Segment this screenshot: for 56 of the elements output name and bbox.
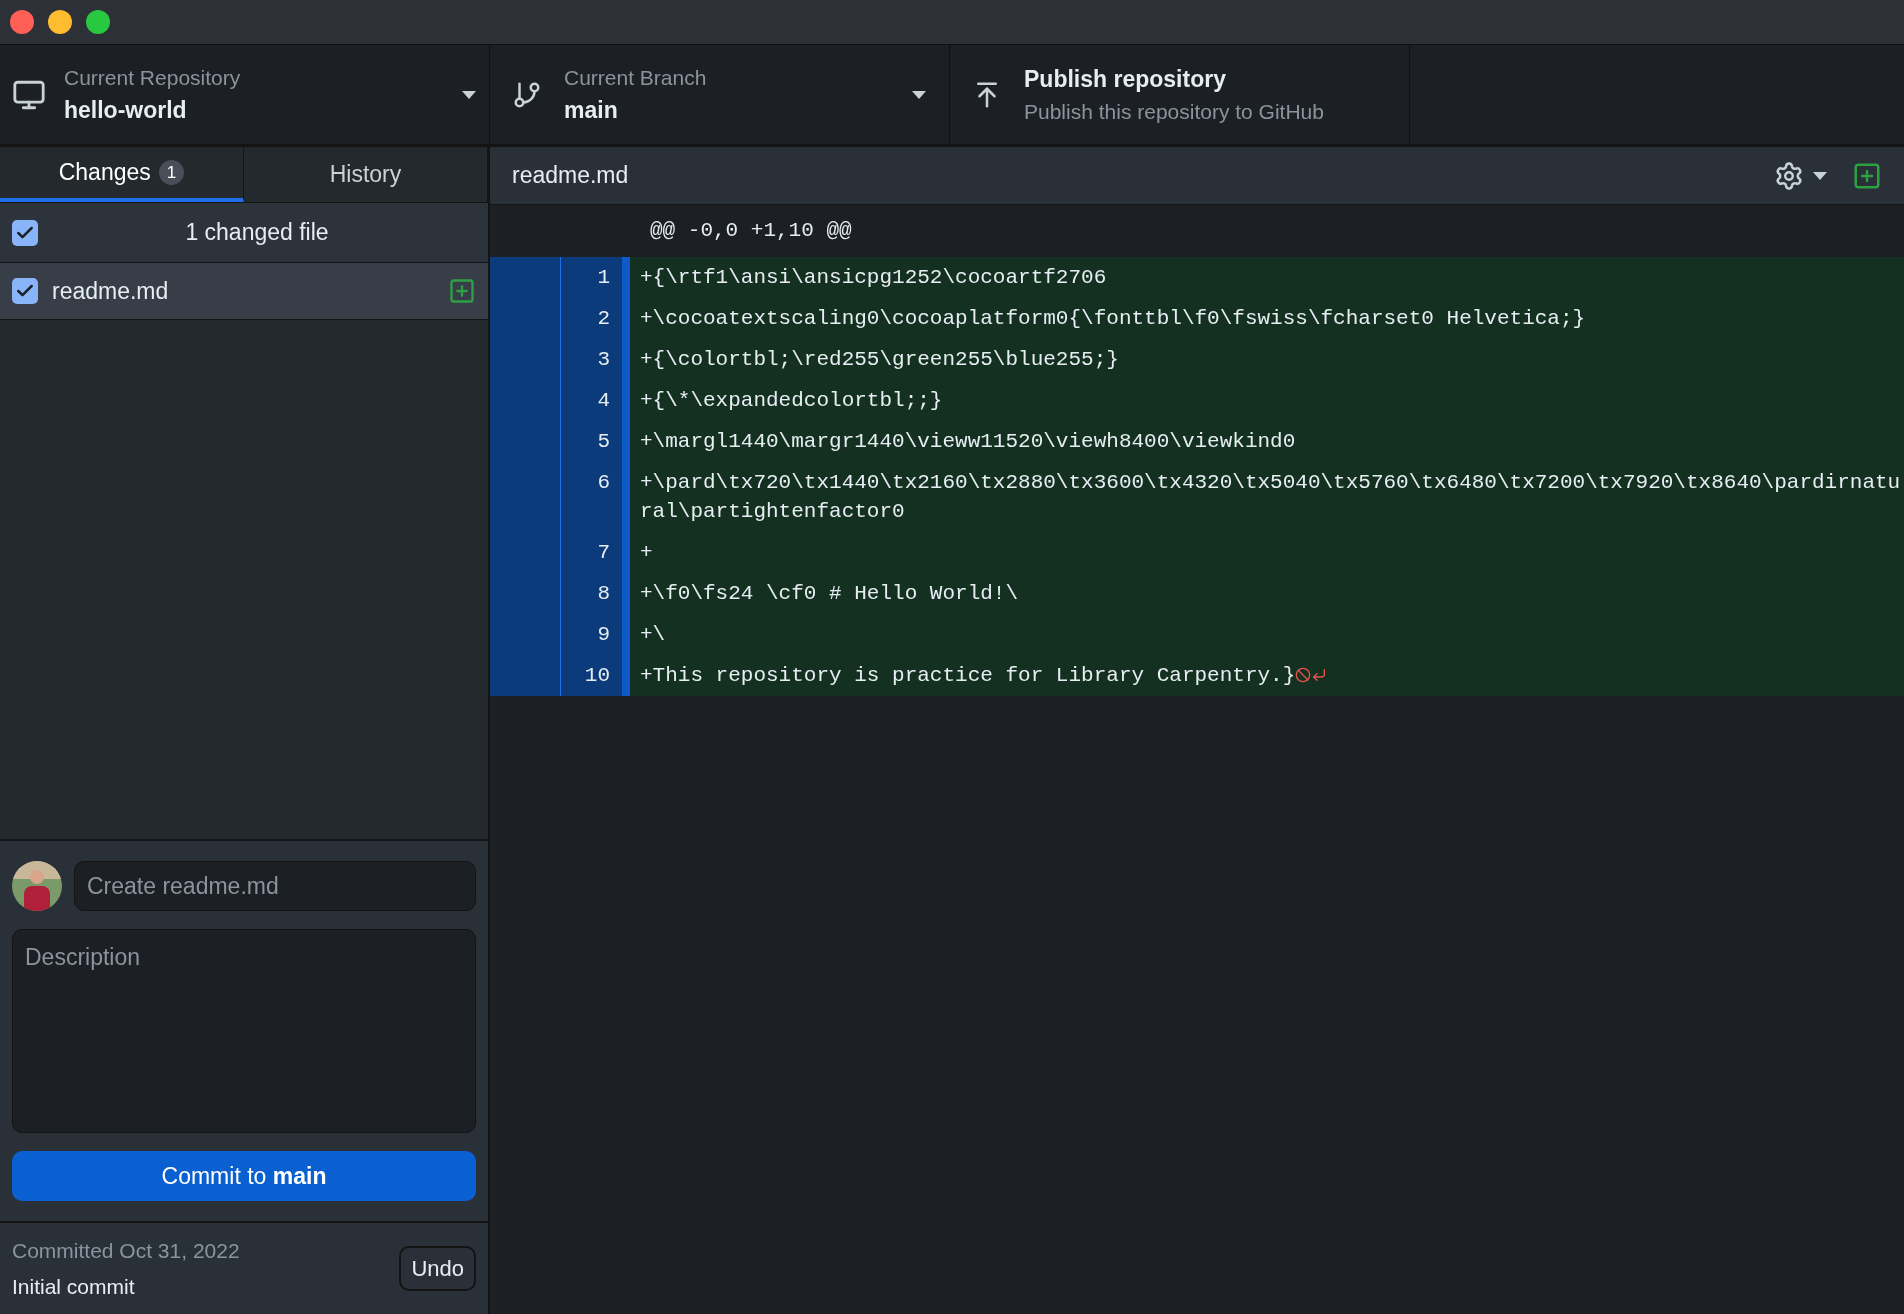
old-line-gutter [490, 655, 560, 696]
repository-selector[interactable]: Current Repository hello-world [0, 45, 490, 144]
publish-subtitle: Publish this repository to GitHub [1024, 99, 1324, 125]
line-number: 1 [560, 257, 630, 298]
line-number: 5 [560, 421, 630, 462]
tab[interactable]: History [244, 147, 488, 202]
settings-button[interactable] [1774, 160, 1828, 191]
count-badge: 1 [158, 159, 185, 186]
zoom-button[interactable] [86, 10, 110, 34]
checkbox[interactable] [12, 219, 38, 246]
code-line: +{\rtf1\ansi\ansicpg1252\cocoartf2706 [640, 265, 1107, 291]
hunk-header: @@ -0,0 +1,10 @@ [649, 218, 852, 245]
code-line: +{\*\expandedcolortbl;;} [640, 388, 943, 414]
added-icon [448, 277, 476, 305]
branch-selector[interactable]: Current Branch main [490, 45, 950, 144]
publish-button[interactable]: Publish repository Publish this repository to GitHub [950, 45, 1410, 144]
code-line: +{\colortbl;\red255\green255\blue255;} [640, 347, 1119, 373]
code-line: +This repository is practice for Library Carpentry.} [640, 663, 1296, 689]
file-name: readme.md [52, 276, 170, 306]
line-number: 10 [560, 655, 630, 696]
file-row[interactable]: readme.md [0, 263, 488, 320]
changed-files-count: 1 changed file [184, 218, 330, 248]
line-number: 2 [560, 298, 630, 339]
code-line: +\pard\tx720\tx1440\tx2160\tx2880\tx3600\tx4320\tx5040\tx5760\tx6480\tx7200\tx7920\tx8640\pardirnatural\partightenfactor0 [640, 470, 1902, 525]
line-number: 4 [560, 380, 630, 421]
selector-label: Current Branch [564, 64, 708, 91]
commit-message: Initial commit [12, 1273, 136, 1300]
minimize-button[interactable] [48, 10, 72, 34]
code-line: +\f0\fs24 \cf0 # Hello World!\ [640, 581, 1019, 607]
line-number: 3 [560, 339, 630, 380]
code-line: +\margl1440\margr1440\vieww11520\viewh8400\viewkind0 [640, 429, 1296, 455]
code-line: +\ [640, 622, 666, 648]
line-number: 6 [560, 462, 630, 532]
line-number: 7 [560, 532, 630, 573]
selector-label: Current Repository [64, 64, 242, 91]
code-line: + [640, 540, 653, 566]
publish-title: Publish repository [1024, 64, 1227, 94]
settings-icon [1774, 160, 1804, 191]
repository-name: hello-world [64, 96, 188, 125]
description-field[interactable]: Description [12, 929, 476, 1133]
line-number: 9 [560, 614, 630, 655]
diff-file-name: readme.md [512, 161, 630, 191]
old-line-gutter [490, 257, 560, 298]
undo-button[interactable]: Undo [399, 1246, 476, 1291]
checkbox[interactable] [12, 278, 38, 304]
caret-icon [1812, 170, 1828, 181]
close-button[interactable] [10, 10, 34, 34]
caret-icon [461, 89, 477, 100]
code-line: +\cocoatextscaling0\cocoaplatform0{\fonttbl\f0\fswiss\fcharset0 Helvetica;} [640, 306, 1586, 332]
commit-date: Committed Oct 31, 2022 [12, 1238, 241, 1264]
caret-icon [911, 89, 927, 100]
line-number: 8 [560, 573, 630, 614]
commit-button[interactable]: Commit to main [12, 1151, 476, 1201]
branch-name: main [564, 96, 619, 125]
summary-field[interactable]: Create readme.md [74, 861, 476, 911]
avatar [12, 861, 62, 911]
